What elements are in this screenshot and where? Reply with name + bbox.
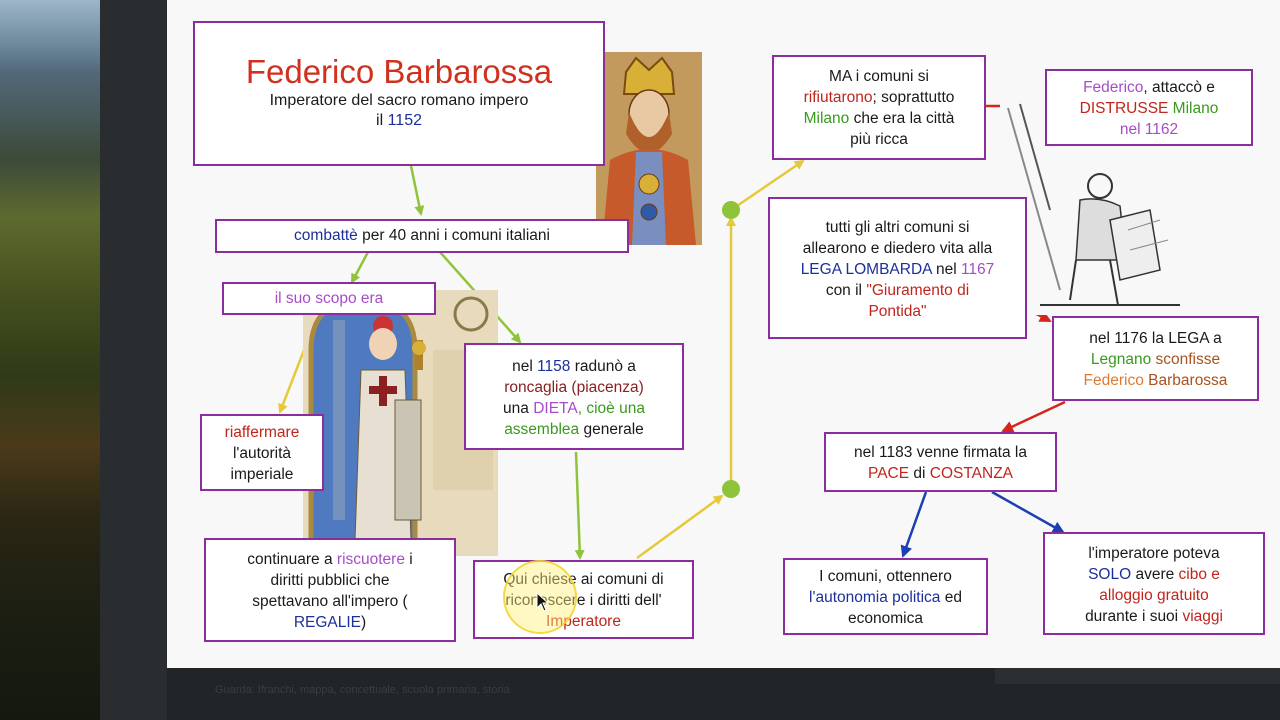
legnano-federico: Federico (1083, 372, 1144, 389)
rifiutarono-milano: Milano (803, 110, 850, 127)
roncaglia-year: 1158 (537, 358, 571, 375)
distrusse-verb: DISTRUSSE (1079, 100, 1169, 117)
legnano-l1: nel 1176 la LEGA a (1089, 330, 1222, 347)
riscuotere-l1a: continuare a (247, 551, 337, 568)
solo-avere: avere (1131, 566, 1179, 583)
lega-l1: tutti gli altri comuni si (825, 219, 970, 236)
riscuotere-l1c: i (404, 551, 413, 568)
legnano-verb: sconfisse (1151, 351, 1221, 368)
lega-l4a: con il (825, 282, 867, 299)
title-box: Federico Barbarossa Imperatore del sacro… (193, 21, 605, 166)
autonomia-ed: ed (940, 589, 962, 606)
junction-dot-lower (722, 480, 740, 498)
autonomia-l3: economica (848, 610, 923, 627)
costanza-l1: nel 1183 venne firmata la (854, 444, 1027, 461)
arrow-roncaglia-to-chiese (574, 451, 585, 560)
costanza-di: di (909, 465, 930, 482)
combatte-rest: per 40 anni i comuni italiani (357, 227, 550, 244)
roncaglia-l1c: radunò a (570, 358, 636, 375)
riscuotere-l2: diritti pubblici che (270, 572, 390, 589)
roncaglia-assemblea: assemblea (504, 421, 580, 438)
lega-year: 1167 (960, 261, 995, 278)
node-autonomia: I comuni, ottennero l'autonomia politica… (783, 558, 988, 635)
arrow-title-to-combatte (409, 165, 425, 216)
solo-alloggio: alloggio gratuito (1099, 587, 1209, 604)
year-1152: 1152 (387, 112, 422, 129)
costanza-place: COSTANZA (929, 465, 1013, 482)
solo-viaggi: viaggi (1182, 608, 1223, 625)
rifiutarono-l4: più ricca (850, 131, 908, 148)
lega-l2: allearono e diedero vita alla (802, 240, 993, 257)
node-riaffermare: riaffermare l'autorità imperiale (200, 414, 324, 491)
node-riscuotere: continuare a riscuotere i diritti pubbli… (204, 538, 456, 642)
arrow-combatte-to-scopo (350, 251, 370, 284)
year-prefix: il (376, 112, 388, 129)
node-distrusse: Federico, attaccò e DISTRUSSE Milano nel… (1045, 69, 1253, 146)
arrow-costanza-to-autonomia (900, 491, 928, 558)
scopo-text: il suo scopo era (274, 290, 384, 307)
page-title: Federico Barbarossa (245, 53, 553, 90)
solo-l1: l'imperatore poteva (1088, 545, 1220, 562)
riscuotere-paren: ) (361, 614, 367, 631)
roncaglia-generale: generale (579, 421, 644, 438)
arrow-legnano-to-costanza (1001, 400, 1066, 433)
riscuotere-l3: spettavano all'impero ( (252, 593, 408, 610)
lega-l3b: nel (931, 261, 961, 278)
solo-cibo: cibo e (1178, 566, 1220, 583)
arrow-chiese-to-dot (636, 494, 724, 560)
riscuotere-verb: riscuotere (336, 551, 405, 568)
costanza-pace: PACE (868, 465, 910, 482)
lega-pontida: Pontida" (868, 303, 927, 320)
distrusse-federico: Federico (1083, 79, 1144, 96)
node-roncaglia: nel 1158 radunò a roncaglia (piacenza) u… (464, 343, 684, 450)
node-costanza: nel 1183 venne firmata la PACE di COSTAN… (824, 432, 1057, 492)
riaffermare-l1: riaffermare (224, 424, 300, 441)
distrusse-year: nel 1162 (1119, 121, 1179, 138)
rifiutarono-l2b: ; soprattutto (872, 89, 955, 106)
riscuotere-regalie: REGALIE (293, 614, 362, 631)
solo-word: SOLO (1088, 566, 1132, 583)
arrow-costanza-to-solo (991, 490, 1065, 534)
autonomia-politica: l'autonomia politica (809, 589, 941, 606)
node-scopo: il suo scopo era (222, 282, 436, 315)
lega-giuramento: "Giuramento di (866, 282, 970, 299)
barbarossa-portrait-image (596, 52, 702, 245)
node-solo: l'imperatore poteva SOLO avere cibo e al… (1043, 532, 1265, 635)
title-year-line: il 1152 (195, 111, 603, 131)
distrusse-milano: Milano (1168, 100, 1219, 117)
rifiutarono-l3b: che era la città (849, 110, 955, 127)
rifiutarono-l1: MA i comuni si (829, 68, 929, 85)
lega-name: LEGA LOMBARDA (800, 261, 932, 278)
subtitle: Imperatore del sacro romano impero (269, 92, 529, 109)
solo-l4a: durante i suoi (1085, 608, 1183, 625)
riaffermare-l2: l'autorità (232, 445, 292, 462)
roncaglia-l3a: una (503, 400, 534, 417)
roncaglia-place: roncaglia (piacenza) (504, 379, 644, 396)
combatte-verb: combattè (294, 227, 358, 244)
riaffermare-l3: imperiale (230, 466, 294, 483)
junction-dot-upper (722, 201, 740, 219)
rifiutarono-verb: rifiutarono (803, 89, 873, 106)
roncaglia-l3c: , cioè una (577, 400, 645, 417)
node-legnano: nel 1176 la LEGA a Legnano sconfisse Fed… (1052, 316, 1259, 401)
node-lega-lombarda: tutti gli altri comuni si allearono e di… (768, 197, 1027, 339)
autonomia-l1: I comuni, ottennero (819, 568, 952, 585)
legnano-barbarossa: Barbarossa (1143, 372, 1228, 389)
arrow-cursor-icon (536, 592, 550, 612)
roncaglia-dieta: DIETA (533, 400, 578, 417)
roncaglia-l1a: nel (512, 358, 538, 375)
node-combatte: combattè per 40 anni i comuni italiani (215, 219, 629, 253)
legnano-place: Legnano (1090, 351, 1152, 368)
distrusse-l1b: , attaccò e (1143, 79, 1215, 96)
node-rifiutarono: MA i comuni si rifiutarono; soprattutto … (772, 55, 986, 160)
